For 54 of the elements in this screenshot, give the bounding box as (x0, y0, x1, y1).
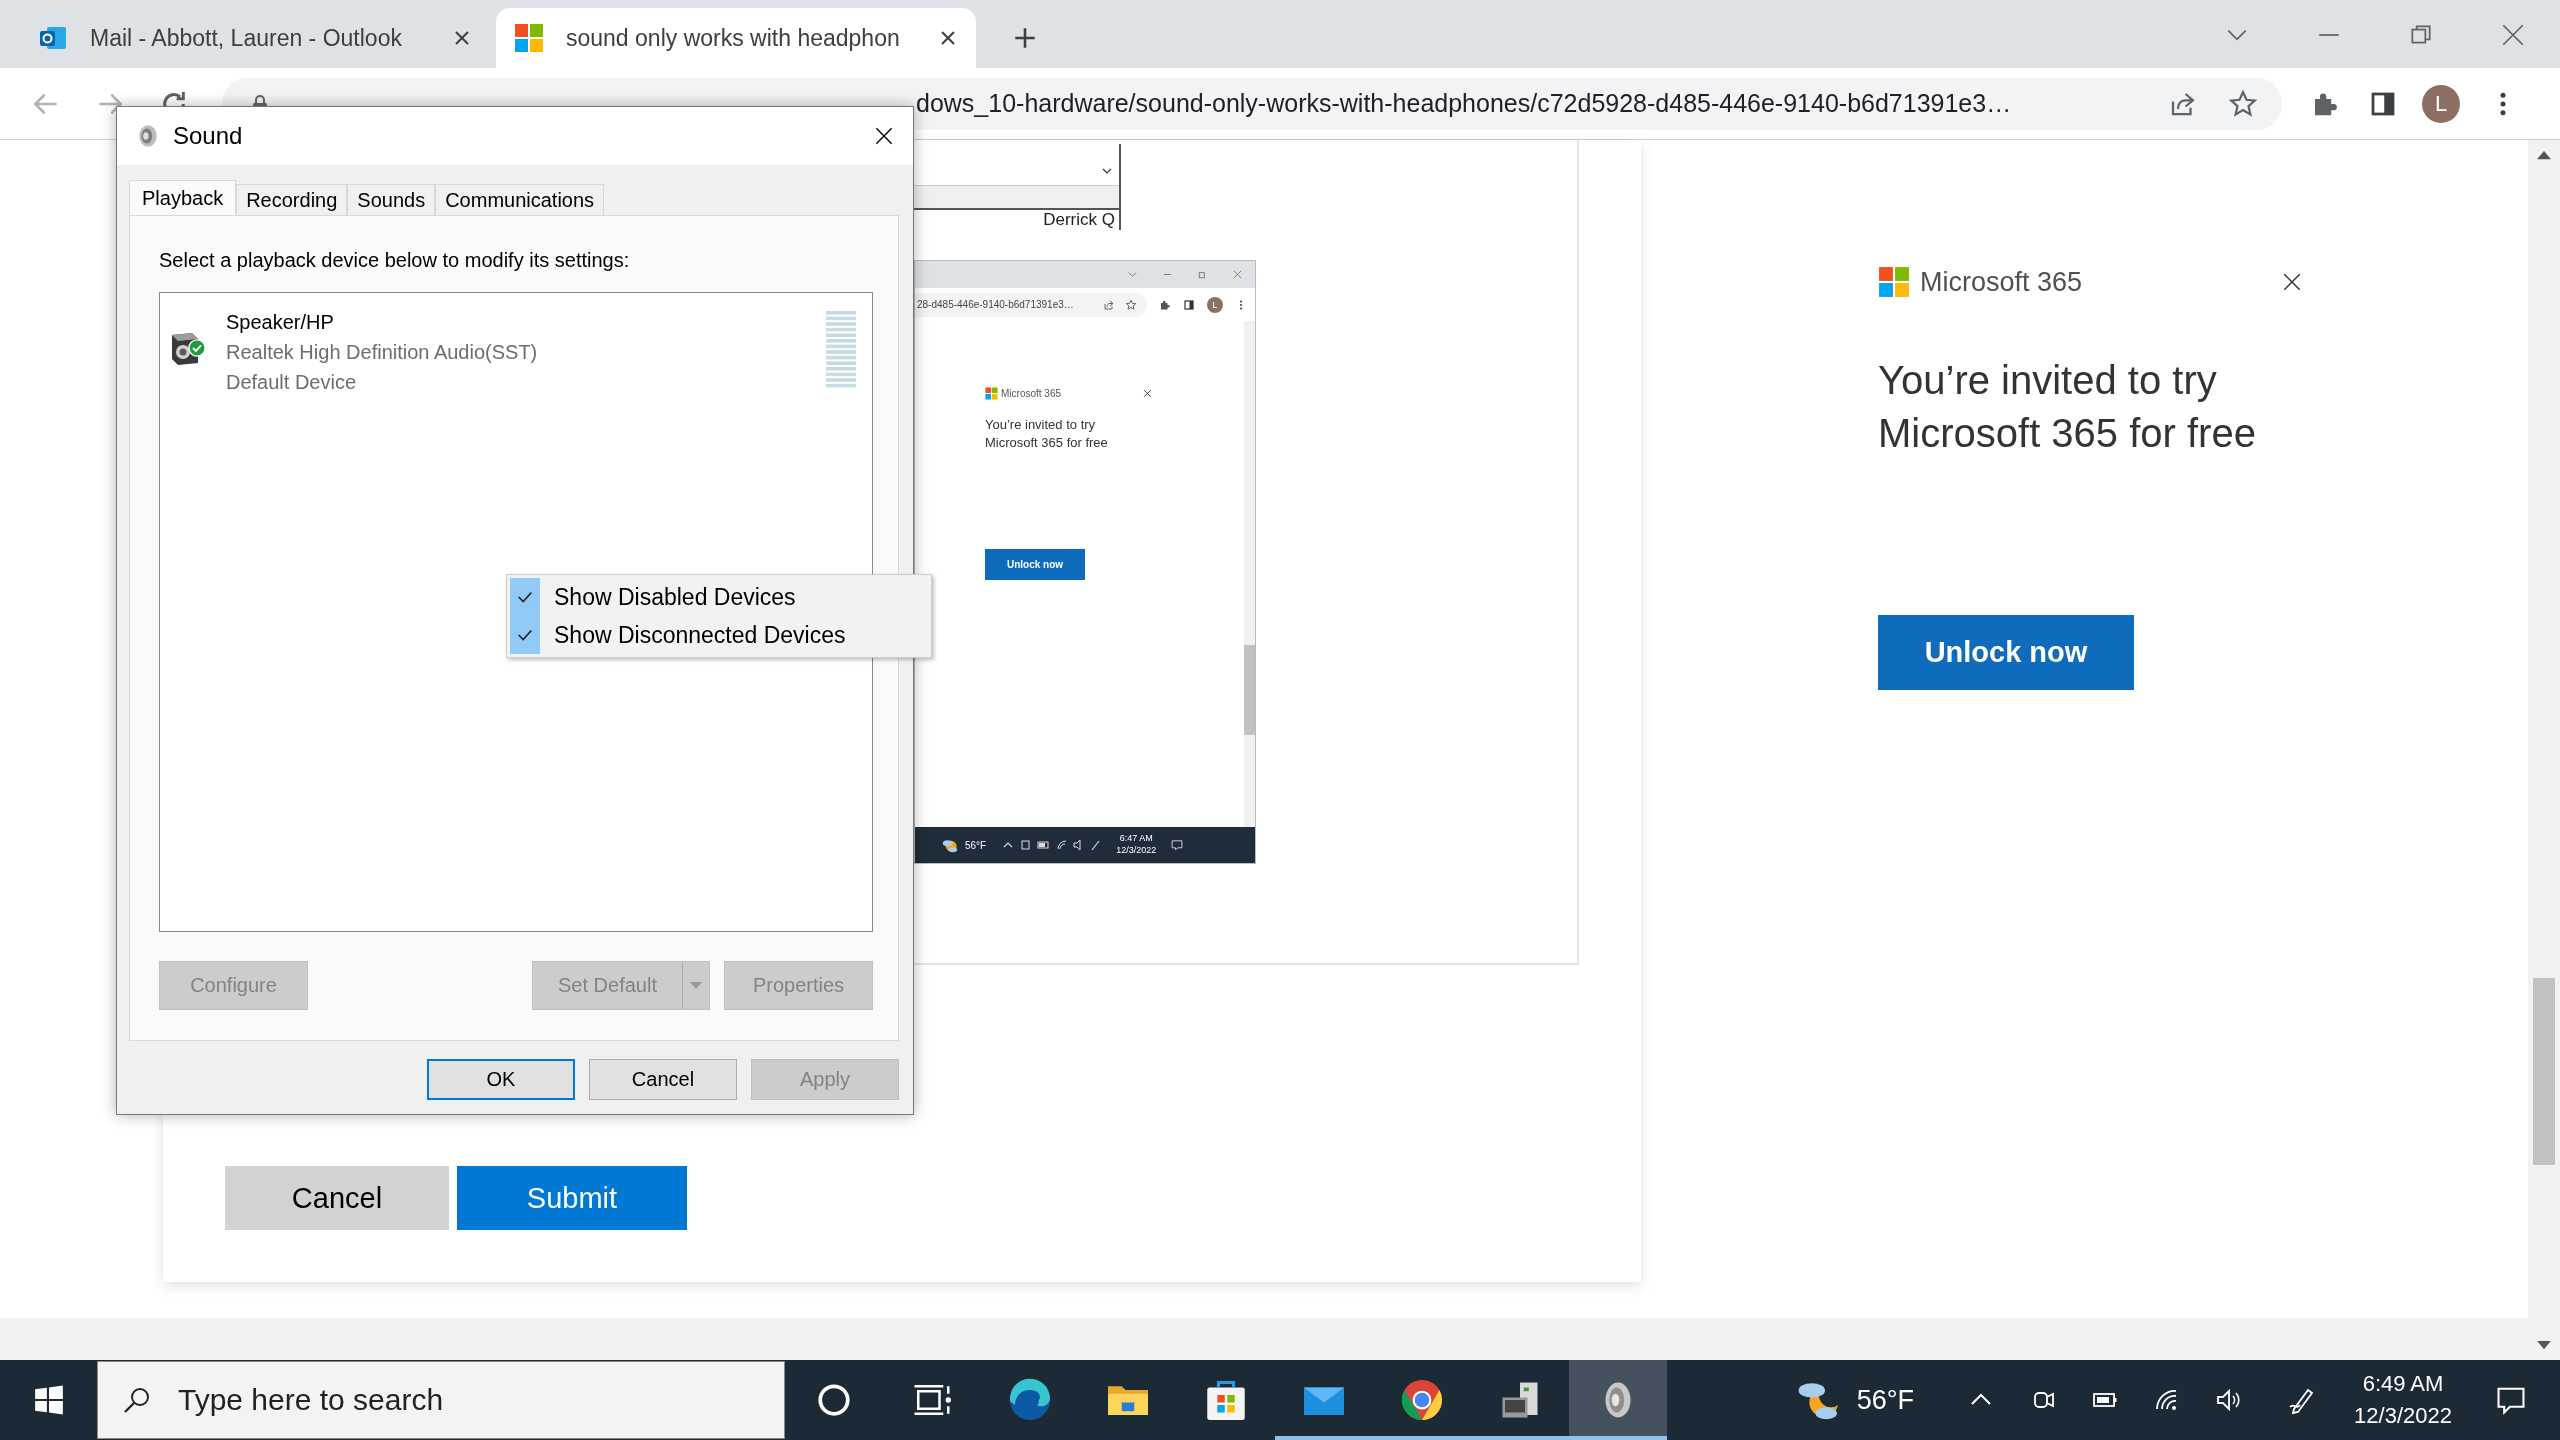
profile-avatar[interactable]: L (2422, 84, 2460, 123)
notification-icon (1170, 838, 1185, 852)
scrollbar[interactable] (2528, 140, 2560, 1360)
submit-button[interactable]: Submit (457, 1166, 687, 1230)
dialog-tab[interactable]: Sounds (347, 184, 436, 215)
puzzle-piece-icon (1159, 298, 1171, 311)
share-icon (1103, 298, 1115, 311)
brand-name: Microsoft 365 (1001, 388, 1062, 399)
unlock-button[interactable]: Unlock now (1878, 615, 2134, 691)
name-text: Derrick Q (1043, 210, 1115, 230)
restore-icon (1197, 269, 1208, 280)
dialog-tab[interactable]: Recording (236, 184, 348, 215)
dialog-tab[interactable]: Communications (435, 184, 605, 215)
ad-heading: You’re invited to try Microsoft 365 for free (985, 416, 1109, 452)
search-icon (122, 1385, 152, 1415)
brand-name: Microsoft 365 (1920, 266, 2083, 298)
four-squares-logo-icon (1878, 266, 1910, 298)
temperature-text[interactable]: 56°F (1856, 1384, 1914, 1416)
search-field[interactable]: Type here to search (97, 1361, 785, 1439)
chevron-down-icon (1127, 269, 1138, 280)
star-icon (1125, 298, 1137, 311)
address-bar: 28-d485-446e-9140-b6d71391e3… (915, 292, 1147, 317)
profile-avatar: L (1207, 296, 1223, 313)
ok-button[interactable]: OK (427, 1059, 575, 1100)
ad-heading: You’re invited to try Microsoft 365 for free (1878, 357, 2257, 458)
cancel-button[interactable]: Cancel (225, 1166, 449, 1230)
device-name: Speaker/HP (226, 310, 335, 335)
device-driver: Realtek High Definition Audio(SST) (226, 340, 538, 365)
new-tab-icon[interactable] (1012, 25, 1038, 51)
close-icon (1142, 388, 1153, 399)
close-icon[interactable] (873, 125, 895, 147)
temperature-text: 56°F (965, 839, 987, 851)
device-status: Default Device (226, 370, 358, 395)
instruction-text: Select a playback device below to modify its settings: (159, 249, 631, 272)
windows-logo-icon (32, 1384, 65, 1416)
clock-date: 12/3/2022 (1116, 845, 1157, 857)
browser-tab[interactable]: sound only works with headphon (496, 8, 976, 68)
dialog-tab[interactable]: Playback (129, 180, 237, 215)
close-icon (1232, 269, 1243, 280)
four-squares-logo-icon (985, 387, 998, 400)
browser-tab[interactable]: Mail - Abbott, Lauren - Outlook (20, 8, 490, 68)
clock-time[interactable]: 6:49 AM (2362, 1368, 2444, 1400)
close-icon[interactable] (2281, 271, 2303, 293)
menu-item[interactable]: Show Disabled Devices (510, 578, 931, 616)
clock-date[interactable]: 12/3/2022 (2354, 1400, 2452, 1432)
scroll-thumb[interactable] (2533, 978, 2555, 1165)
device-item[interactable]: Speaker/HP Realtek High Definition Audio(SST) Default Device (160, 293, 872, 397)
cancel-button[interactable]: Cancel (589, 1059, 737, 1100)
star-icon[interactable] (2228, 88, 2258, 119)
sound-taskbar-button[interactable] (1569, 1360, 1667, 1440)
side-panel-icon (1183, 298, 1195, 311)
menu-item[interactable]: Show Disconnected Devices (510, 616, 931, 654)
four-squares-logo-icon (514, 23, 544, 53)
clock-time: 6:47 AM (1119, 833, 1153, 845)
